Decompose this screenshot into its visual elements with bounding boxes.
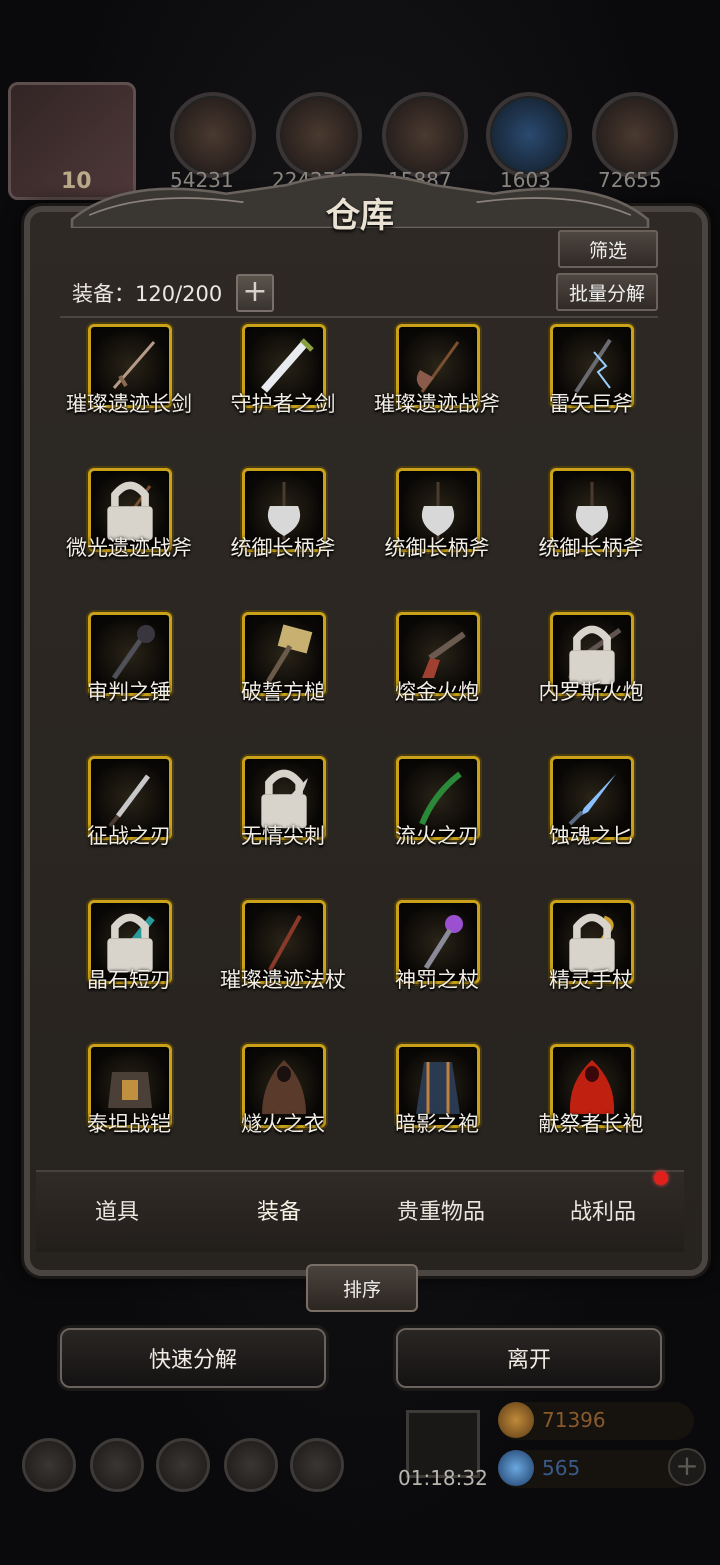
inventory-item[interactable]: 统御长柄斧 xyxy=(362,462,512,592)
sort-button[interactable]: 排序 xyxy=(306,1264,418,1312)
inventory-item[interactable]: 征战之刃 xyxy=(54,750,204,880)
star-icon[interactable] xyxy=(90,1438,144,1492)
inventory-item[interactable]: 统御长柄斧 xyxy=(516,462,666,592)
tab-equipment[interactable]: 装备 xyxy=(198,1194,360,1226)
inventory-item[interactable]: 璀璨遗迹法杖 xyxy=(208,894,358,1024)
leave-button[interactable]: 离开 xyxy=(396,1328,662,1388)
item-name: 内罗斯火炮 xyxy=(538,680,644,704)
inventory-item[interactable]: 无情尖刺 xyxy=(208,750,358,880)
filter-button[interactable]: 筛选 xyxy=(558,230,658,268)
add-currency-button[interactable]: + xyxy=(668,1448,706,1486)
inventory-item[interactable]: 熔金火炮 xyxy=(362,606,512,736)
inventory-item[interactable]: 燧火之衣 xyxy=(208,1038,358,1168)
inventory-item[interactable]: 内罗斯火炮 xyxy=(516,606,666,736)
expand-capacity-button[interactable]: + xyxy=(236,274,274,312)
inventory-item[interactable]: 璀璨遗迹战斧 xyxy=(362,318,512,448)
item-name: 雷矢巨斧 xyxy=(549,392,633,416)
inventory-item[interactable]: 审判之锤 xyxy=(54,606,204,736)
item-name: 献祭者长袍 xyxy=(538,1112,644,1136)
tab-loot[interactable]: 战利品 xyxy=(522,1194,684,1226)
iron-resource-icon[interactable] xyxy=(382,92,468,178)
gem-icon xyxy=(498,1450,534,1486)
mail-icon[interactable] xyxy=(224,1438,278,1492)
gold-bar: 71396 xyxy=(498,1402,694,1440)
plank-resource-icon[interactable] xyxy=(276,92,362,178)
gift-timer: 01:18:32 xyxy=(398,1466,488,1490)
inventory-item[interactable]: 晶石短刃 xyxy=(54,894,204,1024)
tab-items[interactable]: 道具 xyxy=(36,1194,198,1226)
gold-amount: 71396 xyxy=(542,1408,606,1432)
item-name: 统御长柄斧 xyxy=(538,536,644,560)
inventory-item[interactable]: 统御长柄斧 xyxy=(208,462,358,592)
wood-resource-icon[interactable] xyxy=(170,92,256,178)
page-title: 仓库 xyxy=(326,196,394,236)
settings-icon[interactable] xyxy=(22,1438,76,1492)
equipment-count: 装备：120/200 xyxy=(72,282,223,306)
gold-coin-icon xyxy=(498,1402,534,1438)
crystal-resource-icon[interactable] xyxy=(486,92,572,178)
notification-dot xyxy=(654,1171,668,1185)
gem-amount: 565 xyxy=(542,1456,581,1480)
inventory-item[interactable]: 流火之刃 xyxy=(362,750,512,880)
inventory-item[interactable]: 神罚之杖 xyxy=(362,894,512,1024)
inventory-item[interactable]: 守护者之剑 xyxy=(208,318,358,448)
item-name: 精灵手杖 xyxy=(549,968,633,992)
inventory-item[interactable]: 暗影之袍 xyxy=(362,1038,512,1168)
inventory-item[interactable]: 璀璨遗迹长剑 xyxy=(54,318,204,448)
item-name: 蚀魂之匕 xyxy=(549,824,633,848)
inventory-item[interactable]: 精灵手杖 xyxy=(516,894,666,1024)
inventory-item[interactable]: 雷矢巨斧 xyxy=(516,318,666,448)
batch-decompose-button[interactable]: 批量分解 xyxy=(556,273,658,311)
inventory-item[interactable]: 微光遗迹战斧 xyxy=(54,462,204,592)
category-tabs: 道具 装备 贵重物品 战利品 xyxy=(36,1170,684,1252)
inventory-item[interactable]: 献祭者长袍 xyxy=(516,1038,666,1168)
inventory-item[interactable]: 破誓方槌 xyxy=(208,606,358,736)
steel-resource-icon[interactable] xyxy=(592,92,678,178)
handshake-icon[interactable] xyxy=(290,1438,344,1492)
gem-bar: 565 xyxy=(498,1450,694,1488)
inventory-item[interactable]: 泰坦战铠 xyxy=(54,1038,204,1168)
inventory-item[interactable]: 蚀魂之匕 xyxy=(516,750,666,880)
guild-icon[interactable] xyxy=(156,1438,210,1492)
tab-valuables[interactable]: 贵重物品 xyxy=(360,1194,522,1226)
quick-decompose-button[interactable]: 快速分解 xyxy=(60,1328,326,1388)
